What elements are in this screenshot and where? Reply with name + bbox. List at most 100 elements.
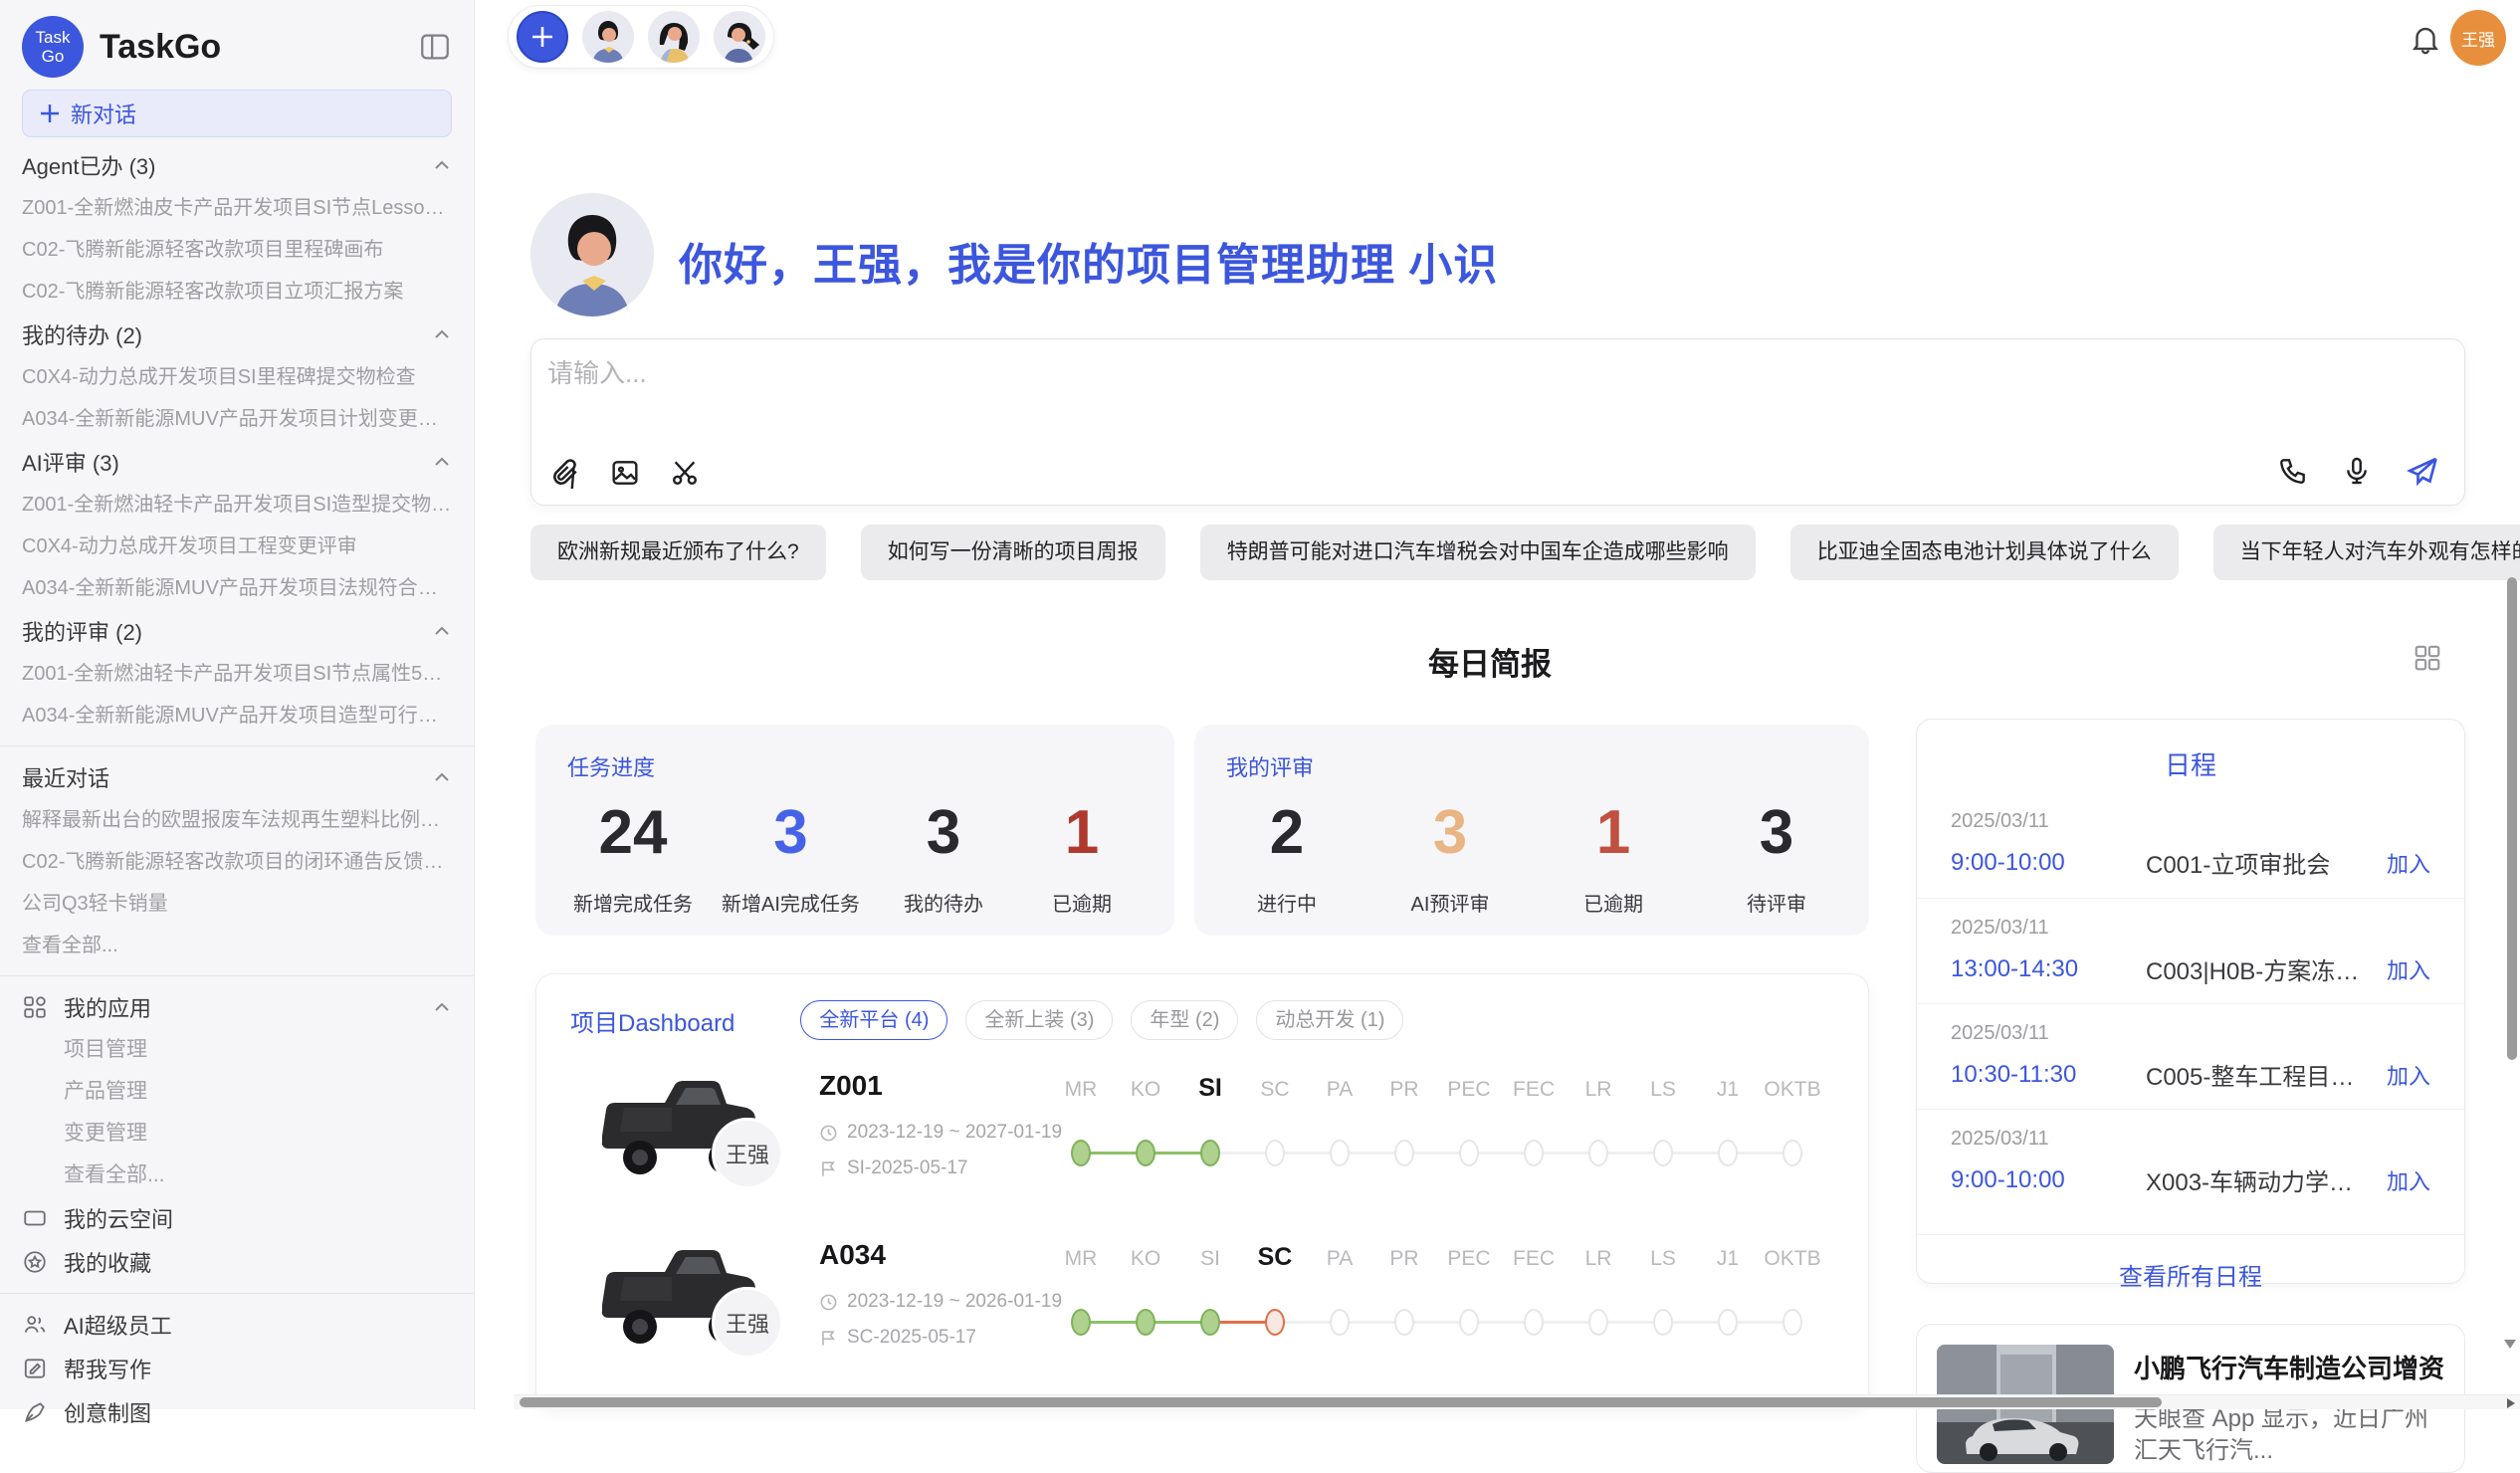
section-ai-review[interactable]: AI评审 (3) [22,440,452,484]
attachment-icon[interactable] [549,457,581,489]
schedule-card: 日程 2025/03/11 9:00-10:00 C001-立项审批会 加入 2… [1916,719,2465,1284]
milestone-label-current: SI [1198,1074,1222,1103]
recent-chat-item[interactable]: 解释最新出台的欧盟报废车法规再生塑料比例被调至15%... [22,799,452,841]
task-item[interactable]: Z001-全新燃油轻卡产品开发项目SI节点属性5D文件评审 [22,653,452,695]
agent-avatar-1[interactable] [582,11,634,63]
news-snippet: 天眼查 App 显示，近日广州汇天飞行汽... [2134,1403,2444,1467]
section-my-review[interactable]: 我的评审 (2) [22,609,452,653]
event-date: 2025/03/11 [1951,917,2430,940]
my-apps-label: 我的应用 [64,991,151,1023]
app-item-project-mgmt[interactable]: 项目管理 [64,1029,452,1071]
scroll-right-arrow[interactable] [2507,1398,2515,1408]
recent-chat-item[interactable]: C02-飞腾新能源轻客改款项目的闭环通告反馈情况 [22,841,452,883]
new-chat-button[interactable]: 新对话 [22,90,452,137]
card-title: 任务进度 [567,750,1143,782]
suggestion-chip[interactable]: 当下年轻人对汽车外观有怎样的喜好趋势 [2213,525,2520,580]
image-icon[interactable] [609,457,641,489]
help-write-label: 帮我写作 [64,1353,151,1384]
apps-view-all[interactable]: 查看全部... [64,1155,452,1196]
vertical-scrollbar-thumb[interactable] [2507,577,2517,1060]
suggestion-chip[interactable]: 欧洲新规最近颁布了什么? [530,525,826,580]
task-item[interactable]: C02-飞腾新能源轻客改款项目里程碑画布 [22,229,452,271]
horizontal-scrollbar-thumb[interactable] [520,1397,2162,1407]
event-time: 10:30-11:30 [1951,1061,2146,1089]
sidebar-item-favorites[interactable]: 我的收藏 [22,1240,452,1284]
project-owner-badge: 王强 [712,1287,783,1359]
sidebar-collapse-icon[interactable] [418,30,452,64]
milestone-dot [1330,1309,1350,1336]
task-item[interactable]: Z001-全新燃油轻卡产品开发项目SI造型提交物评审 [22,484,452,526]
sidebar-item-my-apps[interactable]: 我的应用 [22,985,452,1029]
milestone-label: J1 [1717,1247,1739,1271]
tab-powertrain[interactable]: 动总开发 (1) [1256,1000,1403,1040]
phone-icon[interactable] [2277,455,2309,487]
briefing-layout-icon[interactable] [2413,643,2442,673]
tab-new-platform[interactable]: 全新平台 (4) [800,1000,947,1040]
task-item[interactable]: C0X4-动力总成开发项目工程变更评审 [22,526,452,567]
task-item[interactable]: C0X4-动力总成开发项目SI里程碑提交物检查 [22,356,452,398]
section-title: 我的评审 (2) [22,615,142,647]
chat-input[interactable] [547,353,2239,443]
milestone-dot-done [1136,1140,1155,1166]
section-my-todo[interactable]: 我的待办 (2) [22,313,452,356]
app-item-change-mgmt[interactable]: 变更管理 [64,1113,452,1155]
suggestion-chip[interactable]: 比亚迪全固态电池计划具体说了什么 [1790,525,2179,580]
microphone-icon[interactable] [2341,455,2373,487]
task-item[interactable]: A034-全新新能源MUV产品开发项目法规符合性评审 [22,567,452,609]
stat-overdue: 1 已逾期 [1027,800,1137,917]
event-join-link[interactable]: 加入 [2387,1059,2430,1091]
project-row-a034[interactable]: 王强 A034 2023-12-19 ~ 2026-01-19 SC-2025-… [536,1231,1868,1395]
event-time: 9:00-10:00 [1951,1166,2146,1194]
notification-bell-icon[interactable] [2409,22,2442,56]
sidebar-item-creative-draw[interactable]: 创意制图 [22,1390,452,1434]
recent-view-all[interactable]: 查看全部... [22,925,452,966]
milestone-timeline: MR KO SI SC PA PR PEC FEC LR LS J1 OKTB [1081,1078,1812,1187]
milestone-label: PR [1389,1247,1418,1271]
project-row-z001[interactable]: 王强 Z001 2023-12-19 ~ 2027-01-19 SI-2025-… [536,1062,1868,1226]
chat-composer [530,338,2465,506]
milestone-label: MR [1065,1247,1098,1271]
section-agent-done[interactable]: Agent已办 (3) [22,143,452,187]
milestone-label: PEC [1447,1078,1490,1102]
milestone-dot [1524,1309,1544,1336]
send-icon[interactable] [2405,453,2440,489]
app-item-product-mgmt[interactable]: 产品管理 [64,1071,452,1113]
agent-avatar-3[interactable] [714,11,765,63]
sidebar-item-ai-employee[interactable]: AI超级员工 [22,1303,452,1347]
sidebar-item-help-write[interactable]: 帮我写作 [22,1347,452,1390]
event-join-link[interactable]: 加入 [2387,953,2430,985]
event-join-link[interactable]: 加入 [2387,1164,2430,1196]
section-recent-chats[interactable]: 最近对话 [22,755,452,799]
task-item[interactable]: C02-飞腾新能源轻客改款项目立项汇报方案 [22,271,452,313]
suggestion-chip[interactable]: 如何写一份清晰的项目周报 [861,525,1165,580]
milestone-label: KO [1131,1247,1160,1271]
suggestion-chip[interactable]: 特朗普可能对进口汽车增税会对中国车企造成哪些影响 [1200,525,1756,580]
milestone-label: PA [1327,1247,1353,1271]
view-all-schedule-link[interactable]: 查看所有日程 [1917,1234,2464,1292]
user-avatar[interactable]: 王强 [2450,10,2506,66]
milestone-label: KO [1131,1078,1160,1102]
scroll-down-arrow[interactable] [2504,1340,2516,1349]
horizontal-scrollbar[interactable] [514,1394,2520,1409]
write-icon [22,1356,48,1381]
sidebar-item-cloud-space[interactable]: 我的云空间 [22,1196,452,1240]
task-item[interactable]: Z001-全新燃油皮卡产品开发项目SI节点Lesson Learn报告 [22,187,452,229]
agent-avatar-2[interactable] [648,11,700,63]
task-item[interactable]: A034-全新新能源MUV产品开发项目造型可行性评审 [22,695,452,736]
task-progress-card: 任务进度 24 新增完成任务 3 新增AI完成任务 3 我的待办 1 已逾期 [535,725,1174,936]
flag-icon [819,1159,838,1178]
recent-chat-item[interactable]: 公司Q3轻卡销量 [22,883,452,925]
tab-year-model[interactable]: 年型 (2) [1131,1000,1238,1040]
add-agent-button[interactable] [517,11,568,63]
event-join-link[interactable]: 加入 [2387,847,2430,879]
project-dates: 2023-12-19 ~ 2026-01-19 [819,1291,1062,1313]
people-icon [22,1312,48,1338]
task-item[interactable]: A034-全新新能源MUV产品开发项目计划变更表编写 [22,398,452,440]
tab-new-body[interactable]: 全新上装 (3) [965,1000,1113,1040]
creative-draw-label: 创意制图 [64,1396,151,1428]
milestone-dot [1718,1309,1738,1336]
event-date: 2025/03/11 [1951,1022,2430,1045]
event-title: X003-车辆动力学性能验... [2146,1162,2373,1197]
schedule-event: 2025/03/11 10:30-11:30 C005-整车工程目标评审 加入 [1917,1003,2464,1109]
screenshot-scissors-icon[interactable] [669,457,701,489]
